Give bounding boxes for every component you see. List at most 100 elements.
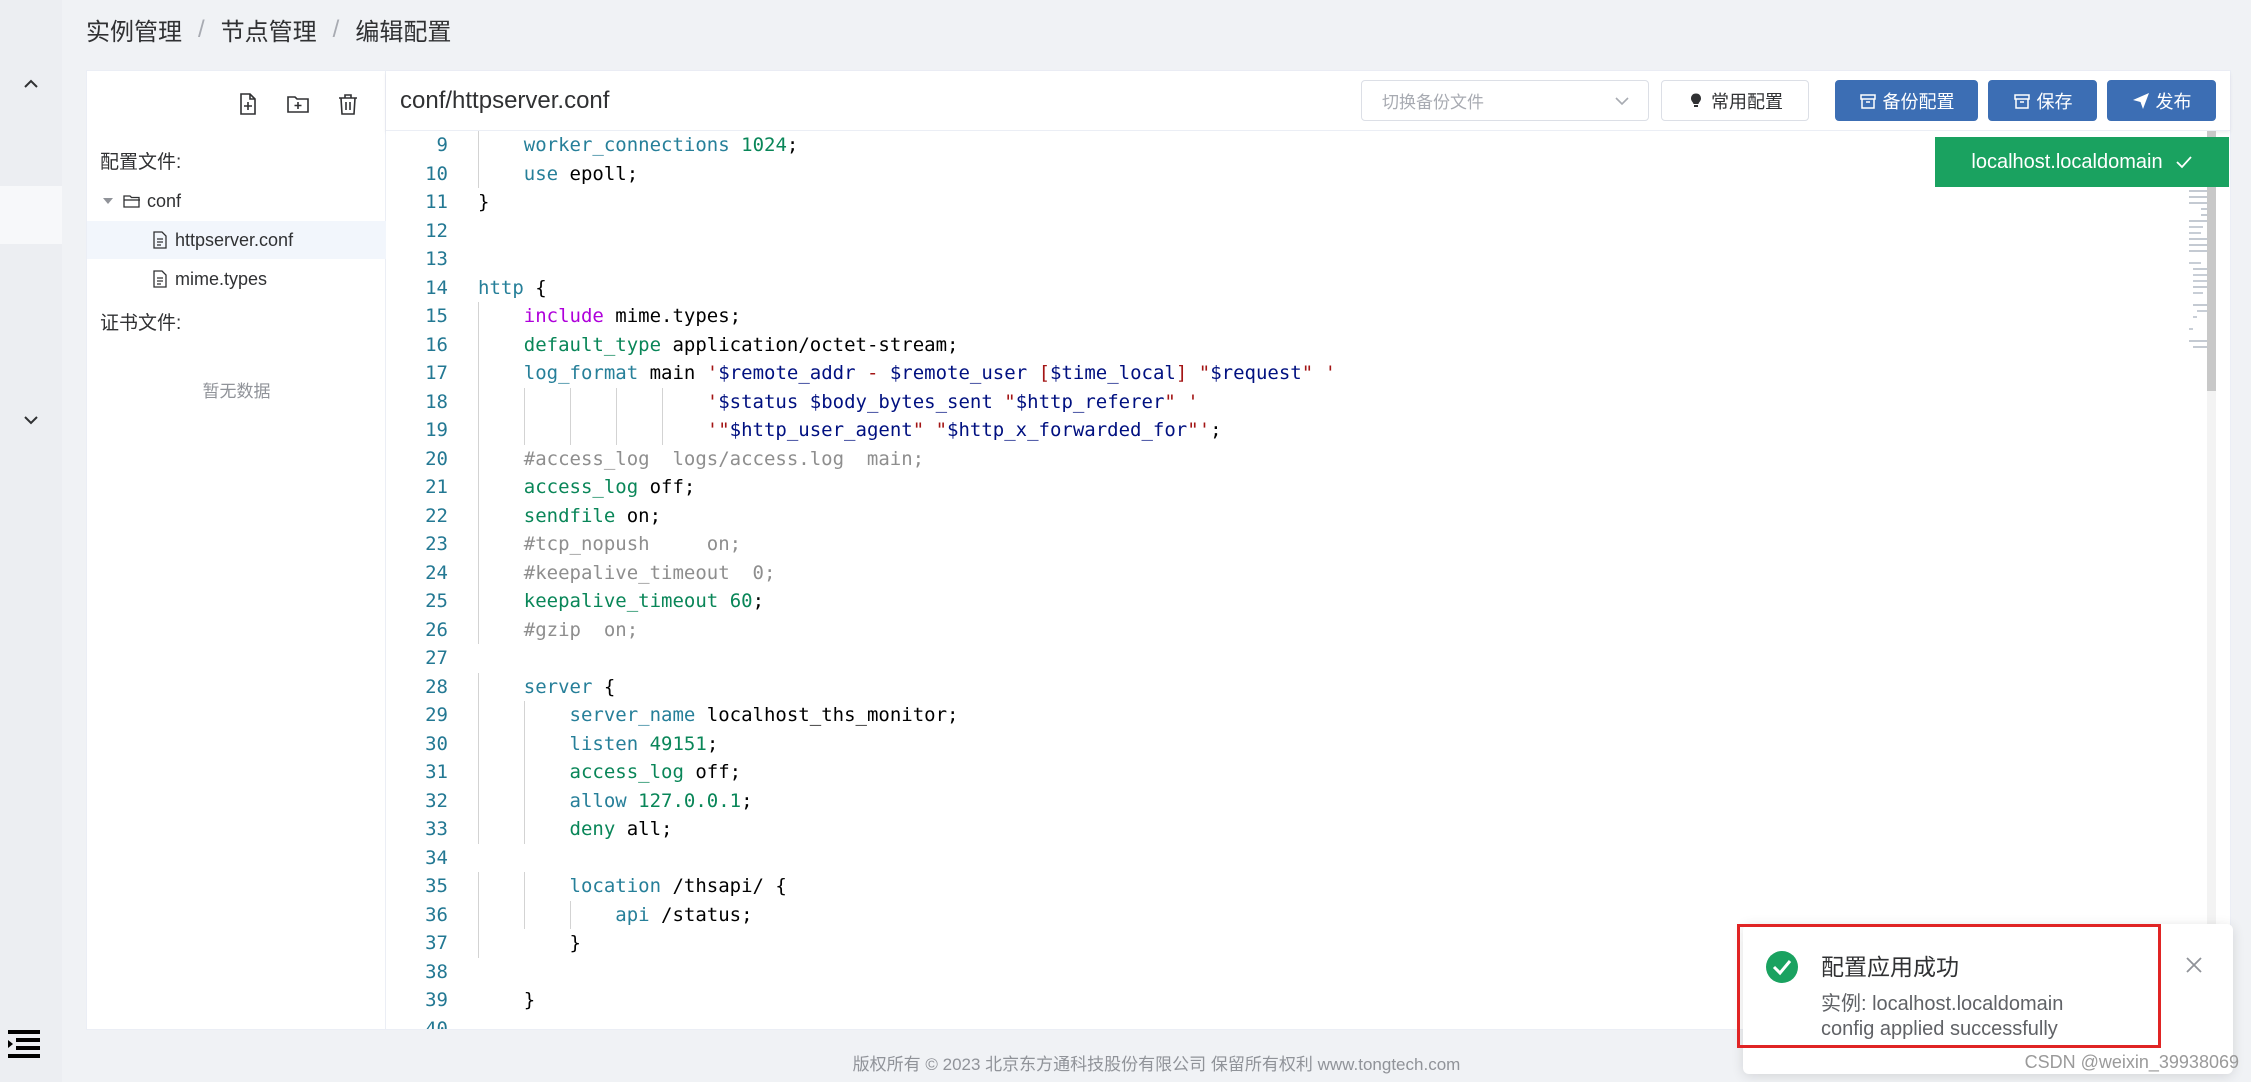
- code-line[interactable]: 14 http {: [386, 274, 2216, 303]
- code-line[interactable]: 17 log_format main '$remote_addr - $remo…: [386, 359, 2216, 388]
- notification-message: config applied successfully: [1821, 1018, 2058, 1040]
- indent-guide: [478, 359, 479, 388]
- indent-guide: [524, 758, 525, 787]
- code-line[interactable]: 26 #gzip on;: [386, 615, 2216, 644]
- code-text: }: [478, 932, 581, 955]
- line-number: 14: [425, 276, 448, 299]
- code-line[interactable]: 29 server_name localhost_ths_monitor;: [386, 701, 2216, 730]
- tree-folder-conf[interactable]: conf: [87, 182, 386, 220]
- line-number: 20: [425, 447, 448, 470]
- tree-file-httpserver[interactable]: httpserver.conf: [87, 221, 386, 259]
- backup-config-button[interactable]: 备份配置: [1835, 80, 1978, 121]
- code-line[interactable]: 35 location /thsapi/ {: [386, 872, 2216, 901]
- code-text: default_type application/octet-stream;: [523, 333, 959, 356]
- code-line[interactable]: 15 include mime.types;: [386, 302, 2216, 331]
- line-number: 35: [425, 875, 448, 898]
- code-text: deny all;: [569, 818, 673, 841]
- code-line[interactable]: 16 default_type application/octet-stream…: [386, 330, 2216, 359]
- indent-guide: [478, 672, 479, 701]
- line-number: 27: [425, 647, 448, 670]
- code-line[interactable]: 25 keepalive_timeout 60;: [386, 587, 2216, 616]
- common-config-button[interactable]: 常用配置: [1661, 80, 1809, 121]
- code-line[interactable]: 18 '$status $body_bytes_sent "$http_refe…: [386, 387, 2216, 416]
- chevron-down-icon[interactable]: [21, 410, 41, 430]
- close-icon[interactable]: [2183, 954, 2205, 976]
- code-line[interactable]: 13: [386, 245, 2216, 274]
- line-number: 19: [425, 419, 448, 442]
- indent-guide: [570, 900, 571, 929]
- line-number: 25: [425, 590, 448, 613]
- code-line[interactable]: 21 access_log off;: [386, 473, 2216, 502]
- indent-guide: [478, 758, 479, 787]
- tree-folder-label: conf: [147, 190, 182, 211]
- publish-label: 发布: [2155, 91, 2192, 112]
- backup-file-select[interactable]: 切换备份文件: [1361, 80, 1649, 121]
- rail-selected-item[interactable]: [0, 186, 62, 244]
- backup-select-placeholder: 切换备份文件: [1382, 93, 1484, 112]
- breadcrumb-separator: /: [332, 15, 340, 43]
- code-line[interactable]: 30 listen 49151;: [386, 729, 2216, 758]
- code-text: worker_connections 1024;: [523, 134, 799, 157]
- code-line[interactable]: 12: [386, 217, 2216, 246]
- code-text: #keepalive_timeout 0;: [478, 561, 776, 584]
- code-text: access_log off;: [523, 476, 696, 499]
- indent-guide: [478, 929, 479, 958]
- line-number: 40: [425, 1017, 448, 1029]
- success-check-icon: [1766, 951, 1798, 983]
- document-icon: [153, 231, 167, 249]
- code-line[interactable]: 32 allow 127.0.0.1;: [386, 786, 2216, 815]
- new-file-button[interactable]: [233, 89, 263, 119]
- code-text: #access_log logs/access.log main;: [478, 447, 925, 470]
- left-rail: [0, 0, 62, 1082]
- code-text: keepalive_timeout 60;: [523, 590, 765, 613]
- indent-guide: [524, 387, 525, 416]
- code-line[interactable]: 24 #keepalive_timeout 0;: [386, 558, 2216, 587]
- document-icon: [153, 270, 167, 288]
- code-line[interactable]: 34: [386, 844, 2216, 873]
- code-line[interactable]: 27: [386, 644, 2216, 673]
- code-line[interactable]: 20 #access_log logs/access.log main;: [386, 444, 2216, 473]
- chevron-up-icon[interactable]: [21, 74, 41, 94]
- code-editor[interactable]: 9 worker_connections 1024; 10 use epoll; 1…: [386, 131, 2216, 1029]
- code-line[interactable]: 31 access_log off;: [386, 758, 2216, 787]
- watermark: CSDN @weixin_39938069: [2024, 1052, 2239, 1072]
- indent-guide: [570, 416, 571, 445]
- indent-guide: [478, 131, 479, 160]
- publish-button[interactable]: 发布: [2107, 80, 2216, 121]
- code-line[interactable]: 33 deny all;: [386, 815, 2216, 844]
- tree-file-mime[interactable]: mime.types: [87, 260, 386, 298]
- code-line[interactable]: 22 sendfile on;: [386, 501, 2216, 530]
- code-text: server_name localhost_ths_monitor;: [569, 704, 959, 727]
- indent-guide: [478, 558, 479, 587]
- line-number: 18: [425, 390, 448, 413]
- code-text: #gzip on;: [478, 618, 639, 641]
- save-button[interactable]: 保存: [1988, 80, 2097, 121]
- tree-toolbar: [233, 89, 363, 119]
- breadcrumb-nodes[interactable]: 节点管理: [221, 12, 317, 47]
- code-line[interactable]: 28 server {: [386, 672, 2216, 701]
- code-text: }: [478, 989, 536, 1012]
- code-line[interactable]: 19 '"$http_user_agent" "$http_x_forwarde…: [386, 416, 2216, 445]
- indent-guide: [478, 729, 479, 758]
- line-number: 31: [425, 761, 448, 784]
- code-line[interactable]: 11}: [386, 188, 2216, 217]
- indent-guide: [478, 501, 479, 530]
- send-icon: [2132, 92, 2149, 109]
- indent-guide: [524, 701, 525, 730]
- indent-guide: [524, 729, 525, 758]
- breadcrumb-instances[interactable]: 实例管理: [86, 12, 182, 47]
- line-number: 16: [425, 333, 448, 356]
- line-number: 33: [425, 818, 448, 841]
- code-text: http {: [478, 276, 547, 299]
- line-number: 23: [425, 533, 448, 556]
- delete-button[interactable]: [333, 89, 363, 119]
- file-add-icon: [240, 93, 256, 115]
- new-folder-button[interactable]: [283, 89, 313, 119]
- check-icon: [2175, 156, 2192, 169]
- code-text: '$status $body_bytes_sent "$http_referer…: [706, 390, 1199, 413]
- indent-guide: [524, 416, 525, 445]
- chevron-down-icon: [1615, 97, 1629, 106]
- code-text: access_log off;: [569, 761, 742, 784]
- host-tag[interactable]: localhost.localdomain: [1935, 137, 2229, 187]
- code-line[interactable]: 23 #tcp_nopush on;: [386, 530, 2216, 559]
